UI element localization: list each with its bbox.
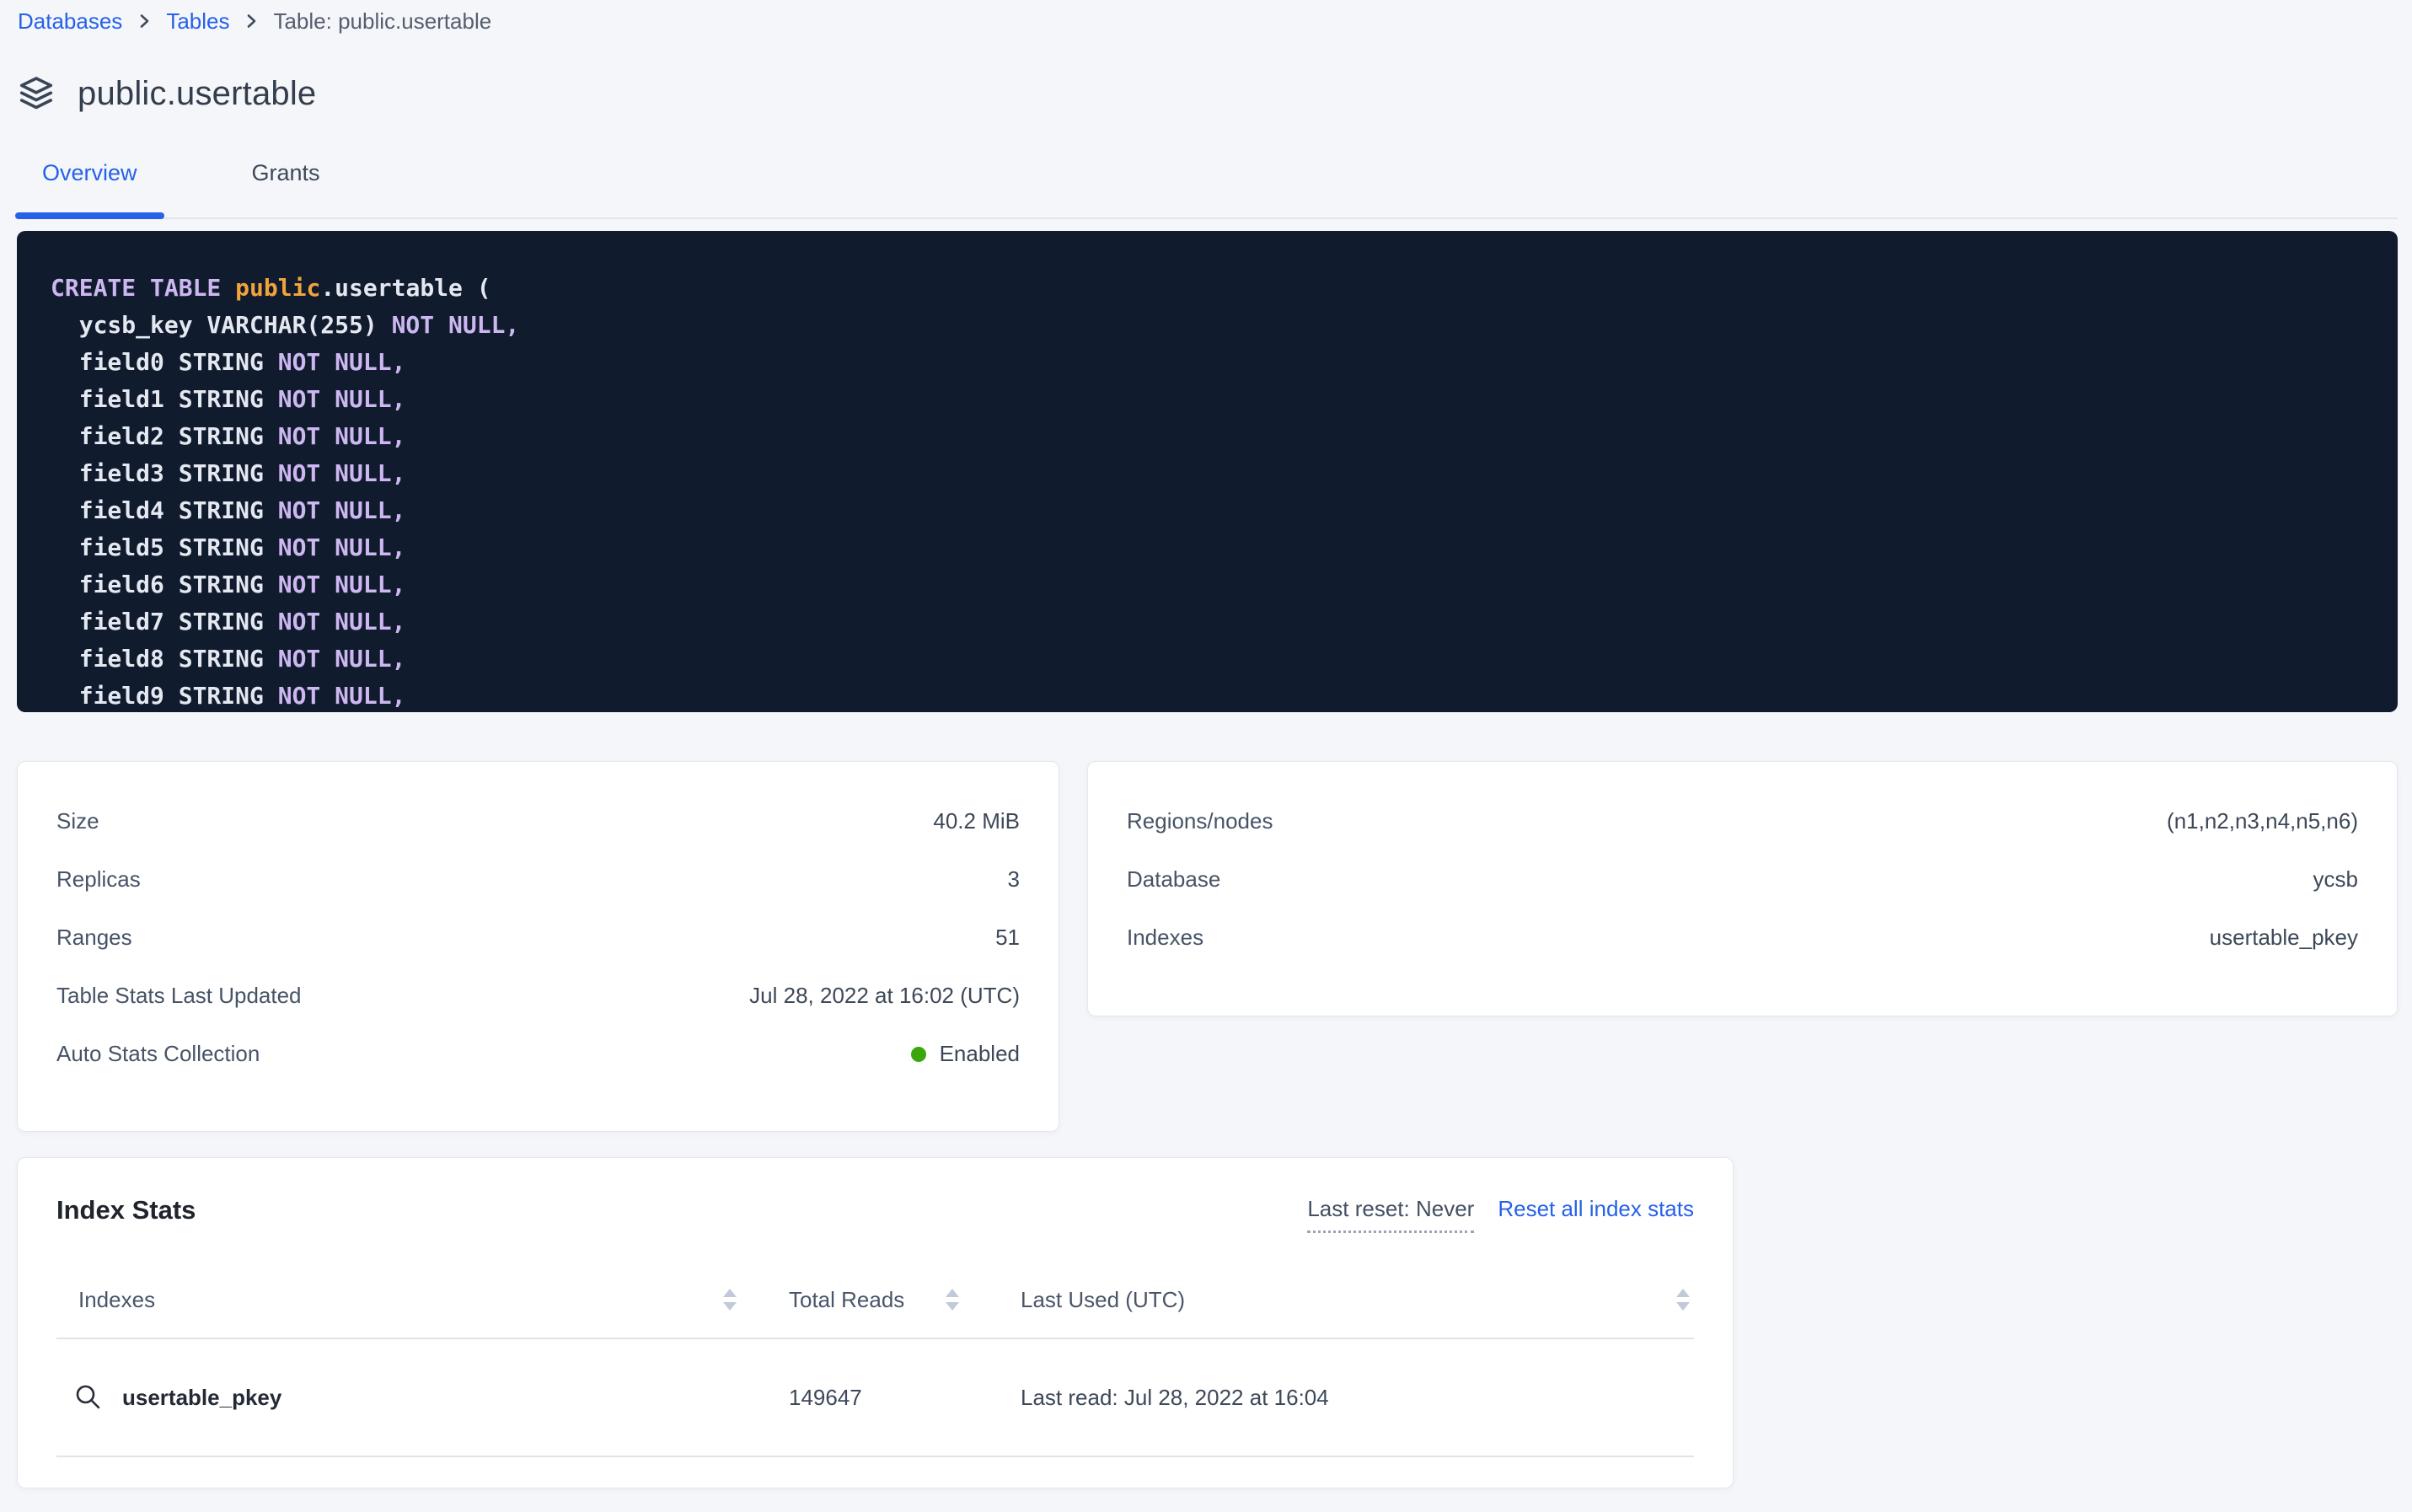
column-label: Total Reads: [789, 1287, 904, 1313]
sql-line: field7 STRING NOT NULL,: [51, 603, 2372, 641]
stat-value: Enabled: [911, 1041, 1020, 1067]
breadcrumb: Databases Tables Table: public.usertable: [18, 7, 2412, 35]
stat-row-stats-updated: Table Stats Last Updated Jul 28, 2022 at…: [56, 967, 1020, 1025]
layers-stack-icon: [17, 74, 56, 113]
index-stats-title: Index Stats: [56, 1195, 196, 1225]
table-meta-card: Regions/nodes (n1,n2,n3,n4,n5,n6) Databa…: [1087, 761, 2398, 1016]
column-label: Last Used (UTC): [1021, 1287, 1185, 1313]
index-stats-header: Index Stats Last reset: Never Reset all …: [56, 1158, 1694, 1233]
stat-value: (n1,n2,n3,n4,n5,n6): [2167, 808, 2358, 834]
stat-label: Ranges: [56, 925, 132, 951]
magnifier-icon: [73, 1382, 104, 1413]
sql-line: field1 STRING NOT NULL,: [51, 381, 2372, 418]
page-title: public.usertable: [78, 75, 316, 113]
column-header-last-used[interactable]: Last Used (UTC): [978, 1286, 1694, 1313]
sql-line: field3 STRING NOT NULL,: [51, 455, 2372, 492]
stat-row-auto-stats: Auto Stats Collection Enabled: [56, 1025, 1020, 1083]
stat-value: Jul 28, 2022 at 16:02 (UTC): [749, 983, 1020, 1009]
reset-all-index-stats-link[interactable]: Reset all index stats: [1498, 1195, 1694, 1222]
stat-value: usertable_pkey: [2210, 925, 2358, 951]
sql-line: field0 STRING NOT NULL,: [51, 344, 2372, 381]
stat-row-regions: Regions/nodes (n1,n2,n3,n4,n5,n6): [1127, 792, 2358, 850]
index-name-link[interactable]: usertable_pkey: [56, 1382, 759, 1413]
stat-label: Regions/nodes: [1127, 808, 1273, 834]
index-stats-card: Index Stats Last reset: Never Reset all …: [17, 1157, 1734, 1488]
stat-row-ranges: Ranges 51: [56, 909, 1020, 967]
sql-line: field5 STRING NOT NULL,: [51, 529, 2372, 566]
column-label: Indexes: [78, 1287, 155, 1313]
index-name: usertable_pkey: [122, 1385, 281, 1411]
index-table-row: usertable_pkey 149647 Last read: Jul 28,…: [56, 1339, 1694, 1457]
tab-grants[interactable]: Grants: [225, 152, 347, 217]
table-detail-page: Databases Tables Table: public.usertable…: [0, 7, 2412, 1512]
sql-line: field6 STRING NOT NULL,: [51, 566, 2372, 603]
last-used-value: Last read: Jul 28, 2022 at 16:04: [978, 1385, 1694, 1411]
sql-line: ycsb_key VARCHAR(255) NOT NULL,: [51, 307, 2372, 344]
breadcrumb-current: Table: public.usertable: [273, 7, 491, 35]
stat-value: 51: [995, 925, 1020, 951]
stat-label: Auto Stats Collection: [56, 1041, 260, 1067]
total-reads-value: 149647: [759, 1385, 978, 1411]
tab-bar: Overview Grants: [15, 152, 2398, 219]
last-reset-label: Last reset: Never: [1307, 1195, 1474, 1233]
table-stats-card: Size 40.2 MiB Replicas 3 Ranges 51 Table…: [17, 761, 1059, 1132]
column-header-indexes[interactable]: Indexes: [56, 1286, 759, 1313]
stat-label: Database: [1127, 866, 1220, 893]
stat-label: Size: [56, 808, 99, 834]
sort-arrows-icon[interactable]: [721, 1286, 739, 1313]
overview-stats-row: Size 40.2 MiB Replicas 3 Ranges 51 Table…: [17, 761, 2398, 1132]
chevron-right-icon: [241, 11, 261, 31]
sql-line: field8 STRING NOT NULL,: [51, 641, 2372, 678]
status-text: Enabled: [940, 1041, 1020, 1067]
breadcrumb-link-databases[interactable]: Databases: [18, 7, 122, 35]
stat-value: 40.2 MiB: [933, 808, 1020, 834]
index-stats-actions: Last reset: Never Reset all index stats: [1307, 1195, 1694, 1233]
sort-arrows-icon[interactable]: [943, 1286, 962, 1313]
tab-overview[interactable]: Overview: [15, 152, 164, 217]
stat-label: Replicas: [56, 866, 141, 893]
sql-line: field4 STRING NOT NULL,: [51, 492, 2372, 529]
sql-line: CREATE TABLE public.usertable (: [51, 270, 2372, 307]
stat-value: 3: [1008, 866, 1020, 893]
stat-row-indexes: Indexes usertable_pkey: [1127, 909, 2358, 967]
stat-row-size: Size 40.2 MiB: [56, 792, 1020, 850]
stat-value: ycsb: [2313, 866, 2358, 893]
sql-line: field9 STRING NOT NULL,: [51, 678, 2372, 712]
create-table-statement: CREATE TABLE public.usertable ( ycsb_key…: [17, 231, 2398, 712]
stat-label: Indexes: [1127, 925, 1203, 951]
enabled-status-dot-icon: [911, 1047, 926, 1062]
index-stats-table: Indexes Total Reads Last Used (UTC) user…: [56, 1262, 1694, 1457]
stat-row-replicas: Replicas 3: [56, 850, 1020, 909]
sort-arrows-icon[interactable]: [1674, 1286, 1692, 1313]
sql-line: field2 STRING NOT NULL,: [51, 418, 2372, 455]
chevron-right-icon: [134, 11, 154, 31]
stat-row-database: Database ycsb: [1127, 850, 2358, 909]
index-table-header-row: Indexes Total Reads Last Used (UTC): [56, 1262, 1694, 1339]
page-title-row: public.usertable: [17, 74, 2412, 113]
column-header-total-reads[interactable]: Total Reads: [759, 1286, 978, 1313]
stat-label: Table Stats Last Updated: [56, 983, 302, 1009]
breadcrumb-link-tables[interactable]: Tables: [166, 7, 229, 35]
